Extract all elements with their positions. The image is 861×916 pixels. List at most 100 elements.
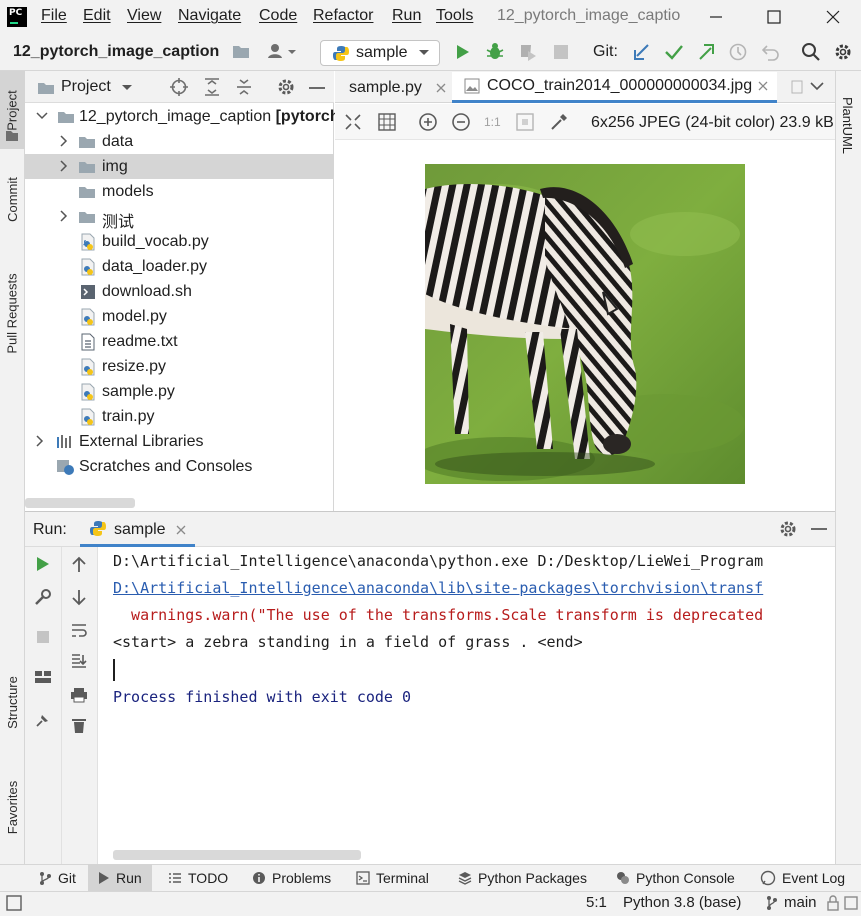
hide-panel-icon[interactable] — [308, 86, 326, 90]
settings-icon[interactable] — [276, 77, 296, 97]
close-tab-icon[interactable] — [436, 83, 446, 93]
print-icon[interactable] — [70, 686, 88, 704]
console-scrollbar[interactable] — [113, 850, 361, 860]
close-tab-icon[interactable] — [758, 81, 768, 91]
bottom-tab-run[interactable]: Run — [88, 864, 152, 891]
menu-code[interactable]: Code — [259, 7, 297, 25]
user-dropdown-icon[interactable] — [267, 42, 299, 60]
project-panel-title[interactable]: Project — [61, 78, 111, 96]
history-icon[interactable] — [728, 42, 748, 62]
rerun-icon[interactable] — [35, 555, 51, 573]
tree-item-readme[interactable]: readme.txt — [25, 329, 334, 354]
actual-size-button[interactable]: 1:1 — [484, 115, 501, 129]
chevron-right-icon[interactable] — [60, 210, 68, 222]
tool-window-favorites[interactable]: Favorites — [0, 765, 25, 850]
expand-all-icon[interactable] — [202, 77, 222, 97]
git-update-icon[interactable] — [632, 42, 652, 62]
layout-icon[interactable] — [34, 668, 52, 686]
notifications-icon[interactable] — [844, 895, 858, 911]
chevron-right-icon[interactable] — [60, 160, 68, 172]
menu-navigate[interactable]: Navigate — [178, 7, 241, 25]
tree-item-train-py[interactable]: train.py — [25, 404, 334, 429]
maximize-icon[interactable] — [763, 6, 785, 28]
scroll-to-end-icon[interactable] — [70, 652, 88, 670]
tool-window-commit[interactable]: Commit — [0, 163, 25, 235]
menu-run[interactable]: Run — [392, 7, 421, 25]
tree-item-model-py[interactable]: model.py — [25, 304, 334, 329]
bottom-tab-event-log[interactable]: Event Log — [752, 864, 853, 891]
menu-view[interactable]: View — [127, 7, 161, 25]
git-commit-icon[interactable] — [664, 42, 684, 62]
run-tab-sample[interactable]: sample — [114, 521, 166, 539]
debug-icon[interactable] — [485, 42, 505, 62]
settings-icon[interactable] — [833, 42, 853, 62]
grid-icon[interactable] — [378, 113, 396, 131]
edit-configuration-icon[interactable] — [33, 587, 53, 607]
tree-item-build-vocab[interactable]: build_vocab.py — [25, 229, 334, 254]
project-breadcrumb[interactable]: 12_pytorch_image_caption — [13, 43, 219, 61]
chevron-down-icon[interactable] — [36, 112, 48, 120]
minimize-icon[interactable] — [705, 6, 727, 28]
tree-item-sample-py[interactable]: sample.py — [25, 379, 334, 404]
coverage-icon[interactable] — [518, 42, 538, 62]
bottom-tab-python-console[interactable]: Python Console — [608, 864, 743, 891]
tree-item-external-libraries[interactable]: External Libraries — [25, 429, 334, 454]
pin-icon[interactable] — [34, 711, 52, 729]
console-output[interactable]: D:\Artificial_Intelligence\anaconda\pyth… — [98, 547, 835, 864]
chevron-down-icon[interactable] — [810, 82, 824, 91]
arrow-up-icon[interactable] — [71, 556, 87, 574]
tree-item-data[interactable]: data — [25, 129, 334, 154]
python-interpreter[interactable]: Python 3.8 (base) — [623, 894, 741, 911]
tool-window-structure[interactable]: Structure — [0, 655, 25, 750]
zoom-out-icon[interactable] — [451, 112, 471, 132]
run-configuration-selector[interactable]: sample — [320, 40, 440, 66]
bottom-tab-problems[interactable]: Problems — [244, 864, 339, 891]
tree-item-data-loader[interactable]: data_loader.py — [25, 254, 334, 279]
arrow-down-icon[interactable] — [71, 588, 87, 606]
color-picker-icon[interactable] — [549, 112, 569, 132]
git-push-icon[interactable] — [696, 42, 716, 62]
overflow-tab-icon[interactable] — [790, 80, 804, 94]
stop-icon[interactable] — [553, 44, 569, 60]
project-tree-scrollbar[interactable] — [25, 498, 135, 508]
tree-item-img[interactable]: img — [25, 154, 334, 179]
tree-item-resize-py[interactable]: resize.py — [25, 354, 334, 379]
search-icon[interactable] — [801, 42, 821, 62]
fit-zoom-icon[interactable] — [344, 113, 362, 131]
tree-item-download-sh[interactable]: download.sh — [25, 279, 334, 304]
trash-icon[interactable] — [71, 717, 87, 735]
menu-tools[interactable]: Tools — [436, 7, 473, 25]
settings-icon[interactable] — [778, 519, 798, 539]
soft-wrap-icon[interactable] — [70, 621, 88, 639]
git-branch[interactable]: main — [784, 894, 817, 911]
tab-sample-py[interactable]: sample.py — [336, 76, 446, 100]
console-line-link[interactable]: D:\Artificial_Intelligence\anaconda\lib\… — [113, 579, 763, 597]
bottom-tab-python-packages[interactable]: Python Packages — [450, 864, 595, 891]
menu-edit[interactable]: Edit — [83, 7, 111, 25]
tree-item-models[interactable]: models — [25, 179, 334, 204]
menu-refactor[interactable]: Refactor — [313, 7, 373, 25]
collapse-all-icon[interactable] — [234, 77, 254, 97]
chevron-right-icon[interactable] — [60, 135, 68, 147]
tab-coco-image[interactable]: COCO_train2014_000000000034.jpg — [452, 72, 777, 100]
tree-item-test-folder[interactable]: 测试 — [25, 204, 334, 231]
caret-position[interactable]: 5:1 — [586, 894, 607, 911]
stop-icon[interactable] — [36, 630, 50, 644]
locate-file-icon[interactable] — [169, 77, 189, 97]
tool-window-plantuml[interactable]: PlantUML — [838, 80, 858, 170]
bottom-tab-todo[interactable]: TODO — [160, 864, 236, 891]
chevron-down-icon[interactable] — [121, 84, 133, 92]
chevron-right-icon[interactable] — [36, 435, 44, 447]
close-window-icon[interactable] — [822, 6, 844, 28]
rollback-icon[interactable] — [761, 42, 781, 62]
tree-root[interactable]: 12_pytorch_image_caption [pytorch — [25, 104, 340, 129]
bottom-tab-terminal[interactable]: Terminal — [348, 864, 437, 891]
bottom-tab-git[interactable]: Git — [30, 864, 84, 891]
close-tab-icon[interactable] — [176, 525, 186, 535]
hide-panel-icon[interactable] — [810, 527, 828, 531]
tree-item-scratches[interactable]: Scratches and Consoles — [25, 454, 334, 479]
padlock-icon[interactable] — [826, 895, 840, 911]
tool-window-pull-requests[interactable]: Pull Requests — [0, 258, 25, 368]
background-icon[interactable] — [516, 113, 534, 131]
menu-file[interactable]: File — [41, 7, 67, 25]
